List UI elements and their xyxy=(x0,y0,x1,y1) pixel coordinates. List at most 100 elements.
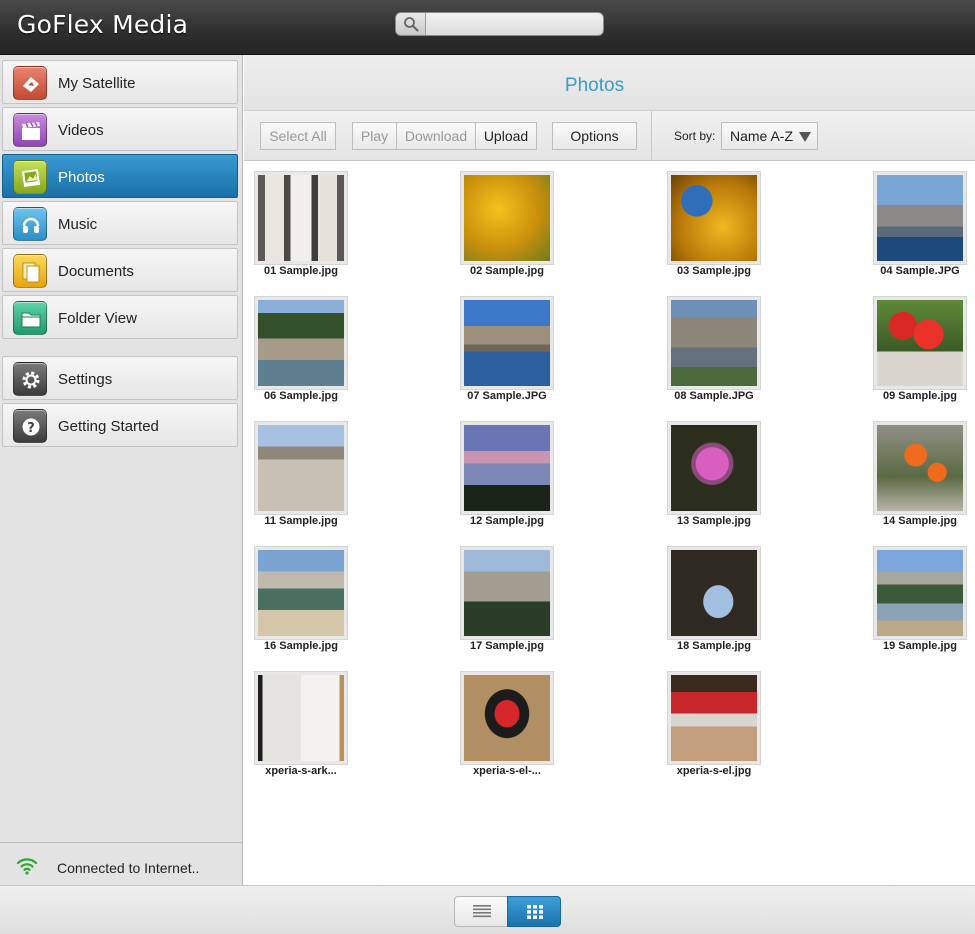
photo-caption: 16 Sample.jpg xyxy=(264,640,338,652)
photo-tile[interactable]: 12 Sample.jpg xyxy=(450,412,580,527)
photo-caption: 07 Sample.JPG xyxy=(467,390,547,402)
sidebar-item-my-satellite[interactable]: My Satellite xyxy=(2,60,238,104)
photo-tile[interactable]: 08 Sample.JPG xyxy=(657,287,787,402)
photo-thumbnail xyxy=(874,547,966,639)
sidebar-item-label: Folder View xyxy=(58,310,137,327)
grid-view-button[interactable] xyxy=(507,896,561,927)
photos-icon xyxy=(13,160,47,194)
photo-thumbnail xyxy=(668,297,760,389)
photo-tile[interactable]: xperia-s-el.jpg xyxy=(657,662,787,777)
photo-thumbnail xyxy=(461,672,553,764)
photo-tile[interactable]: 14 Sample.jpg xyxy=(863,412,975,527)
sidebar-item-label: Documents xyxy=(58,263,134,280)
sort-label: Sort by: xyxy=(674,129,716,143)
photo-tile[interactable]: 03 Sample.jpg xyxy=(657,162,787,277)
gear-icon xyxy=(13,362,47,396)
top-bar: GoFlex Media xyxy=(0,0,975,55)
photo-thumbnail xyxy=(668,172,760,264)
photo-caption: 17 Sample.jpg xyxy=(470,640,544,652)
photo-caption: 11 Sample.jpg xyxy=(264,515,338,527)
sidebar-item-label: Settings xyxy=(58,371,113,388)
photo-thumbnail xyxy=(255,422,347,514)
sidebar-item-label: Getting Started xyxy=(58,418,159,435)
photo-caption: 06 Sample.jpg xyxy=(264,390,338,402)
photo-caption: xperia-s-el.jpg xyxy=(676,765,752,777)
status-text: Connected to Internet.. xyxy=(57,860,200,876)
photo-thumbnail xyxy=(255,672,347,764)
photo-caption: 13 Sample.jpg xyxy=(677,515,751,527)
sidebar-divider xyxy=(0,842,242,843)
app-title: GoFlex Media xyxy=(17,10,189,39)
photo-caption: 12 Sample.jpg xyxy=(470,515,544,527)
play-button[interactable]: Play xyxy=(352,122,397,150)
photo-caption: 14 Sample.jpg xyxy=(883,515,957,527)
connection-status: Connected to Internet.. xyxy=(0,845,242,885)
photo-tile[interactable]: 02 Sample.jpg xyxy=(450,162,580,277)
sidebar-item-label: Videos xyxy=(58,122,104,139)
sidebar-item-getting-started[interactable]: ? Getting Started xyxy=(2,403,238,447)
photo-thumbnail xyxy=(461,422,553,514)
photo-thumbnail xyxy=(668,672,760,764)
photo-thumbnail xyxy=(461,297,553,389)
toolbar-separator xyxy=(651,111,652,161)
photo-tile[interactable]: 19 Sample.jpg xyxy=(863,537,975,652)
photo-tile[interactable]: 09 Sample.jpg xyxy=(863,287,975,402)
photo-tile[interactable]: 11 Sample.jpg xyxy=(244,412,374,527)
photo-tile[interactable]: xperia-s-el-... xyxy=(450,662,580,777)
folder-icon xyxy=(13,301,47,335)
photo-tile[interactable]: 01 Sample.jpg xyxy=(244,162,374,277)
photo-grid: 01 Sample.jpg 02 Sample.jpg 03 Sample.jp… xyxy=(244,162,975,885)
photo-thumbnail xyxy=(255,547,347,639)
sidebar-item-documents[interactable]: Documents xyxy=(2,248,238,292)
photo-caption: xperia-s-el-... xyxy=(473,765,541,777)
photo-caption: 09 Sample.jpg xyxy=(883,390,957,402)
download-button[interactable]: Download xyxy=(396,122,476,150)
options-button[interactable]: Options xyxy=(552,122,637,150)
photo-caption: 19 Sample.jpg xyxy=(883,640,957,652)
satellite-icon xyxy=(13,66,47,100)
grid-view-icon xyxy=(527,905,543,919)
upload-button[interactable]: Upload xyxy=(475,122,537,150)
sidebar-item-videos[interactable]: Videos xyxy=(2,107,238,151)
photo-caption: 18 Sample.jpg xyxy=(677,640,751,652)
svg-text:?: ? xyxy=(27,421,35,436)
search-button[interactable] xyxy=(396,13,426,35)
photo-thumbnail xyxy=(461,547,553,639)
question-icon: ? xyxy=(13,409,47,443)
list-view-button[interactable] xyxy=(454,896,508,927)
photo-tile[interactable]: 04 Sample.JPG xyxy=(863,162,975,277)
chevron-down-icon xyxy=(799,132,811,142)
photo-tile[interactable]: 16 Sample.jpg xyxy=(244,537,374,652)
select-all-button[interactable]: Select All xyxy=(260,122,336,150)
photo-thumbnail xyxy=(255,297,347,389)
sidebar: My Satellite Videos Photos Music Documen… xyxy=(0,55,243,885)
search-input[interactable] xyxy=(427,13,603,35)
list-view-icon xyxy=(473,905,491,918)
music-icon xyxy=(13,207,47,241)
sidebar-item-folder-view[interactable]: Folder View xyxy=(2,295,238,339)
photo-tile[interactable]: 06 Sample.jpg xyxy=(244,287,374,402)
content-header: Photos xyxy=(244,55,975,111)
photo-tile[interactable]: 18 Sample.jpg xyxy=(657,537,787,652)
photo-thumbnail xyxy=(668,422,760,514)
photo-tile[interactable]: 13 Sample.jpg xyxy=(657,412,787,527)
documents-icon xyxy=(13,254,47,288)
sidebar-item-music[interactable]: Music xyxy=(2,201,238,245)
photo-caption: xperia-s-ark... xyxy=(265,765,337,777)
sidebar-item-photos[interactable]: Photos xyxy=(2,154,238,198)
photo-tile[interactable]: 07 Sample.JPG xyxy=(450,287,580,402)
photo-tile[interactable]: xperia-s-ark... xyxy=(244,662,374,777)
photo-thumbnail xyxy=(874,172,966,264)
sidebar-item-label: Music xyxy=(58,216,98,233)
wifi-icon xyxy=(16,858,38,875)
sort-dropdown[interactable]: Name A-Z xyxy=(721,122,818,150)
sort-value: Name A-Z xyxy=(730,128,794,144)
photo-tile[interactable]: 17 Sample.jpg xyxy=(450,537,580,652)
search-box xyxy=(395,12,604,36)
sidebar-item-settings[interactable]: Settings xyxy=(2,356,238,400)
bottom-bar xyxy=(0,885,975,934)
clapperboard-icon xyxy=(13,113,47,147)
photo-caption: 01 Sample.jpg xyxy=(264,265,338,277)
photo-thumbnail xyxy=(874,422,966,514)
sidebar-item-label: My Satellite xyxy=(58,75,136,92)
